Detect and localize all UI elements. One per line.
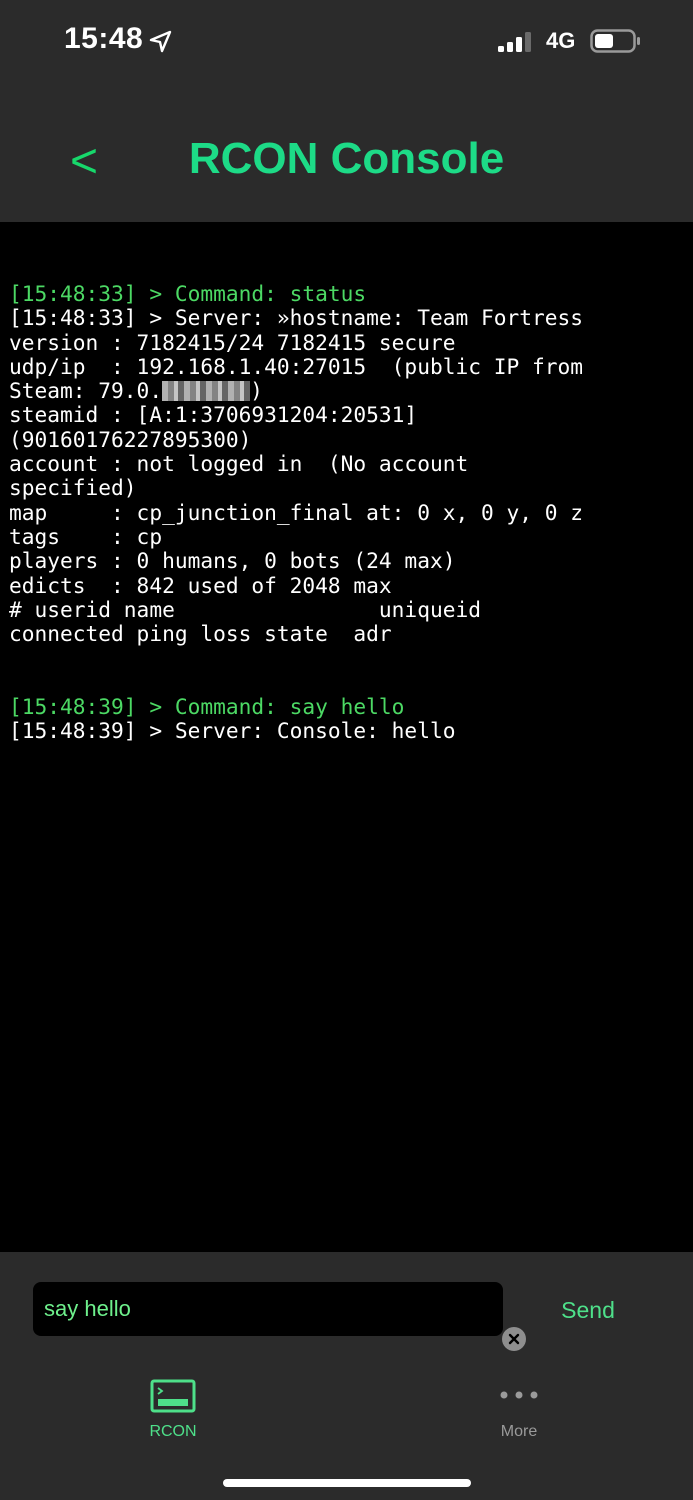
location-arrow-icon <box>149 30 172 53</box>
log-server-line: [15:48:39] > Server: Console: hello <box>9 718 456 744</box>
console-output[interactable]: [15:48:33] > Command: status [15:48:33] … <box>0 222 693 1252</box>
log-server-line: version : 7182415/24 7182415 secure <box>9 329 456 355</box>
log-server-line: tags : cp <box>9 523 163 549</box>
log-server-line: account : not logged in (No account <box>9 451 469 477</box>
page-title: RCON Console <box>188 134 505 183</box>
log-spacer <box>9 646 693 695</box>
command-field-container <box>33 1282 526 1351</box>
command-input-bar: Send <box>0 1252 693 1365</box>
network-type: 4G <box>546 28 576 53</box>
log-server-line: connected ping loss state adr <box>9 621 392 647</box>
command-input[interactable] <box>44 1282 464 1336</box>
log-server-line: Steam: 79.0.) <box>9 379 689 403</box>
tab-label: RCON <box>149 1423 197 1440</box>
cellular-signal-icon <box>498 32 531 52</box>
log-server-line: udp/ip : 192.168.1.40:27015 (public IP f… <box>9 353 584 379</box>
tab-rcon[interactable]: RCON <box>83 1365 263 1455</box>
log-command-line: [15:48:39] > Command: say hello <box>9 694 405 720</box>
more-dots-icon <box>500 1391 538 1399</box>
log-server-line: players : 0 humans, 0 bots (24 max) <box>9 548 456 574</box>
log-text: ) <box>250 378 263 404</box>
log-server-line: [15:48:33] > Server: »hostname: Team For… <box>9 305 584 331</box>
log-server-line: (90160176227895300) <box>9 426 252 452</box>
home-indicator[interactable] <box>223 1479 471 1487</box>
status-time: 15:48 <box>64 22 144 55</box>
terminal-icon <box>150 1379 196 1413</box>
log-server-line: map : cp_junction_final at: 0 x, 0 y, 0 … <box>9 499 584 525</box>
tab-more[interactable]: More <box>429 1365 609 1455</box>
send-button[interactable]: Send <box>540 1290 636 1330</box>
clear-input-icon[interactable] <box>502 1327 526 1351</box>
log-server-line: specified) <box>9 475 137 501</box>
log-server-line: edicts : 842 used of 2048 max <box>9 572 392 598</box>
log-command-line: [15:48:33] > Command: status <box>9 281 367 306</box>
log-text: Steam: 79.0. <box>9 378 163 404</box>
top-bar: 15:48 4G < RCON Console <box>0 0 693 222</box>
log-server-line: steamid : [A:1:3706931204:20531] <box>9 402 418 428</box>
log-server-line: # userid name uniqueid <box>9 596 481 622</box>
redacted-ip-blur <box>162 381 251 402</box>
tab-label: More <box>500 1423 538 1440</box>
battery-icon <box>590 29 640 53</box>
